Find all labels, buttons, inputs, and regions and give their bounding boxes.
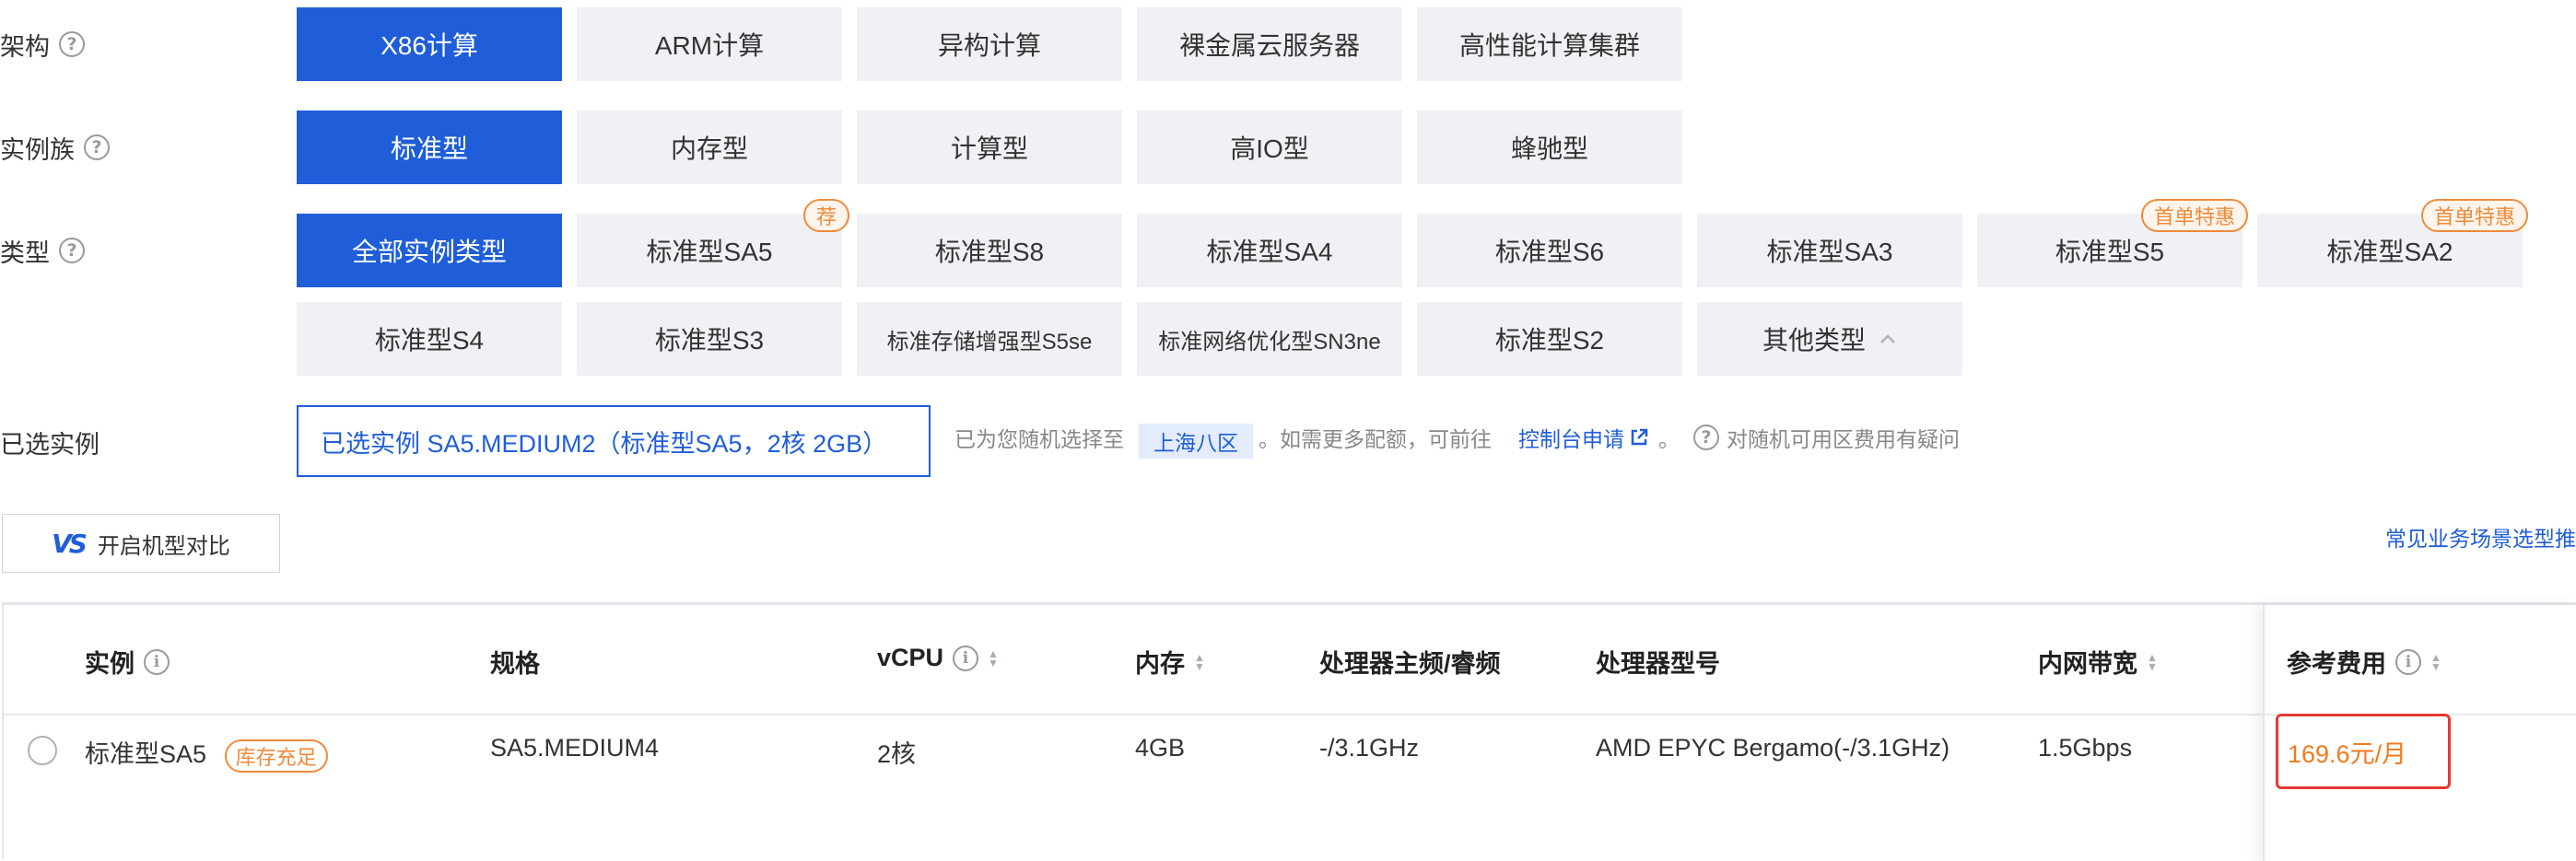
console-apply-link-text: 控制台申请 bbox=[1518, 427, 1624, 451]
sort-icon[interactable]: ▲ ▼ bbox=[988, 648, 999, 669]
instance-family-label: 实例族 ? bbox=[0, 111, 110, 184]
column-header-cpu-model: 处理器型号 bbox=[1596, 644, 1720, 680]
sort-icon[interactable]: ▲ ▼ bbox=[2147, 652, 2158, 672]
type-option-sa2[interactable]: 标准型SA2 首单特惠 bbox=[2257, 199, 2528, 287]
column-header-label: 处理器主频/睿频 bbox=[1319, 650, 1501, 678]
arch-option-arm[interactable]: ARM计算 bbox=[577, 7, 842, 81]
column-header-label: vCPU bbox=[877, 644, 944, 671]
type-option-sa3[interactable]: 标准型SA3 bbox=[1697, 214, 1962, 287]
type-option-s8[interactable]: 标准型S8 bbox=[857, 214, 1122, 287]
type-option-sa4[interactable]: 标准型SA4 bbox=[1137, 214, 1402, 287]
column-header-memory[interactable]: 内存 ▲ ▼ bbox=[1135, 644, 1205, 680]
price-column: 参考费用 i ▲ ▼ 169.6元/月 bbox=[2263, 605, 2576, 861]
info-icon[interactable]: i bbox=[2395, 648, 2421, 675]
zone-badge: 上海八区 bbox=[1139, 424, 1253, 459]
column-header-frequency: 处理器主频/睿频 bbox=[1319, 644, 1501, 680]
type-option-label: 标准型SA2 bbox=[2326, 238, 2453, 266]
cell-memory: 4GB bbox=[1135, 734, 1186, 762]
type-option-all[interactable]: 全部实例类型 bbox=[297, 214, 562, 287]
scenario-recommendation-link[interactable]: 常见业务场景选型推 bbox=[2385, 521, 2576, 553]
architecture-label: 架构 ? bbox=[0, 7, 85, 81]
type-label: 类型 ? bbox=[0, 214, 85, 287]
type-option-s3[interactable]: 标准型S3 bbox=[577, 302, 842, 376]
recommend-tag: 荐 bbox=[802, 199, 849, 232]
type-option-s6[interactable]: 标准型S6 bbox=[1417, 214, 1682, 287]
selected-instance-box: 已选实例 SA5.MEDIUM2（标准型SA5，2核 2GB） bbox=[297, 405, 931, 477]
first-order-tag: 首单特惠 bbox=[2140, 199, 2248, 232]
type-option-other[interactable]: 其他类型 bbox=[1697, 302, 1962, 376]
sort-icon[interactable]: ▲ ▼ bbox=[1194, 652, 1205, 672]
type-option-s2[interactable]: 标准型S2 bbox=[1417, 302, 1682, 376]
zone-fee-question-text: 对随机可用区费用有疑问 bbox=[1727, 427, 1960, 451]
arch-option-hpc-cluster[interactable]: 高性能计算集群 bbox=[1417, 7, 1682, 81]
cell-bandwidth: 1.5Gbps bbox=[2038, 734, 2133, 762]
cell-cpu-model: AMD EPYC Bergamo(-/3.1GHz) bbox=[1596, 734, 1950, 762]
sort-icon[interactable]: ▲ ▼ bbox=[2430, 652, 2441, 672]
architecture-label-text: 架构 bbox=[0, 32, 50, 61]
type-option-sn3ne[interactable]: 标准网络优化型SN3ne bbox=[1137, 302, 1402, 376]
type-option-label: 标准型S5 bbox=[2055, 238, 2165, 266]
selected-instance-label: 已选实例 bbox=[0, 405, 100, 479]
zone-fee-question[interactable]: ? 对随机可用区费用有疑问 bbox=[1693, 422, 1960, 453]
table-header-divider bbox=[4, 714, 2576, 716]
type-option-s5[interactable]: 标准型S5 首单特惠 bbox=[1977, 199, 2248, 287]
column-header-vcpu[interactable]: vCPU i ▲ ▼ bbox=[877, 644, 999, 672]
row-select-radio[interactable] bbox=[28, 736, 57, 765]
column-header-label: 实例 bbox=[85, 650, 135, 678]
column-header-label: 内存 bbox=[1135, 650, 1185, 678]
column-header-price[interactable]: 参考费用 i ▲ ▼ bbox=[2287, 644, 2441, 680]
info-icon[interactable]: i bbox=[144, 648, 170, 675]
chevron-up-icon bbox=[1880, 334, 1895, 343]
console-apply-link[interactable]: 控制台申请 bbox=[1518, 422, 1648, 453]
note-suffix: 。 bbox=[1658, 427, 1680, 451]
quota-note: 。如需更多配额，可前往 bbox=[1259, 427, 1492, 451]
selected-instance-label-text: 已选实例 bbox=[0, 430, 100, 459]
family-option-compute[interactable]: 计算型 bbox=[857, 111, 1122, 184]
column-header-label: 参考费用 bbox=[2287, 650, 2386, 678]
arch-option-bare-metal[interactable]: 裸金属云服务器 bbox=[1137, 7, 1402, 81]
family-option-standard[interactable]: 标准型 bbox=[297, 111, 562, 184]
type-option-s5se[interactable]: 标准存储增强型S5se bbox=[857, 302, 1122, 376]
external-link-icon bbox=[1631, 428, 1648, 446]
vs-icon: VS bbox=[52, 528, 88, 559]
cell-instance: 标准型SA5 库存充足 bbox=[85, 734, 328, 773]
compare-models-button[interactable]: VS 开启机型对比 bbox=[2, 514, 280, 573]
instance-table: 实例 i 规格 vCPU i ▲ ▼ 内存 ▲ ▼ 处理器主频/睿频 处理器型号 内… bbox=[2, 602, 2576, 861]
help-icon[interactable]: ? bbox=[59, 31, 85, 57]
price-value: 169.6元/月 bbox=[2276, 714, 2451, 789]
help-icon[interactable]: ? bbox=[59, 238, 85, 263]
arch-option-heterogeneous[interactable]: 异构计算 bbox=[857, 7, 1122, 81]
compare-models-label: 开启机型对比 bbox=[97, 533, 230, 559]
cell-frequency: -/3.1GHz bbox=[1319, 734, 1420, 762]
first-order-tag: 首单特惠 bbox=[2420, 199, 2528, 232]
type-option-label: 其他类型 bbox=[1762, 326, 1866, 355]
column-header-spec: 规格 bbox=[490, 644, 540, 680]
info-icon[interactable]: i bbox=[953, 645, 979, 671]
cell-vcpu: 2核 bbox=[877, 740, 917, 768]
column-header-label: 内网带宽 bbox=[2038, 650, 2137, 678]
instance-family-label-text: 实例族 bbox=[0, 135, 75, 164]
family-option-memory[interactable]: 内存型 bbox=[577, 111, 842, 184]
column-header-bandwidth[interactable]: 内网带宽 ▲ ▼ bbox=[2038, 644, 2158, 680]
type-option-s4[interactable]: 标准型S4 bbox=[297, 302, 562, 376]
cell-spec: SA5.MEDIUM4 bbox=[490, 734, 660, 762]
column-header-label: 规格 bbox=[490, 650, 540, 678]
stock-badge: 库存充足 bbox=[224, 739, 328, 773]
type-label-text: 类型 bbox=[0, 239, 50, 267]
family-option-fengchi[interactable]: 蜂驰型 bbox=[1417, 111, 1682, 184]
type-option-sa5[interactable]: 标准型SA5 荐 bbox=[577, 199, 849, 287]
help-icon[interactable]: ? bbox=[84, 134, 110, 160]
help-icon: ? bbox=[1693, 425, 1719, 450]
instance-name: 标准型SA5 bbox=[85, 740, 207, 768]
column-header-label: 处理器型号 bbox=[1596, 650, 1720, 678]
type-option-label: 标准型SA5 bbox=[646, 238, 773, 266]
random-zone-note: 已为您随机选择至 bbox=[954, 427, 1124, 451]
family-option-high-io[interactable]: 高IO型 bbox=[1137, 111, 1402, 184]
arch-option-x86[interactable]: X86计算 bbox=[297, 7, 562, 81]
column-header-instance: 实例 i bbox=[85, 644, 170, 680]
